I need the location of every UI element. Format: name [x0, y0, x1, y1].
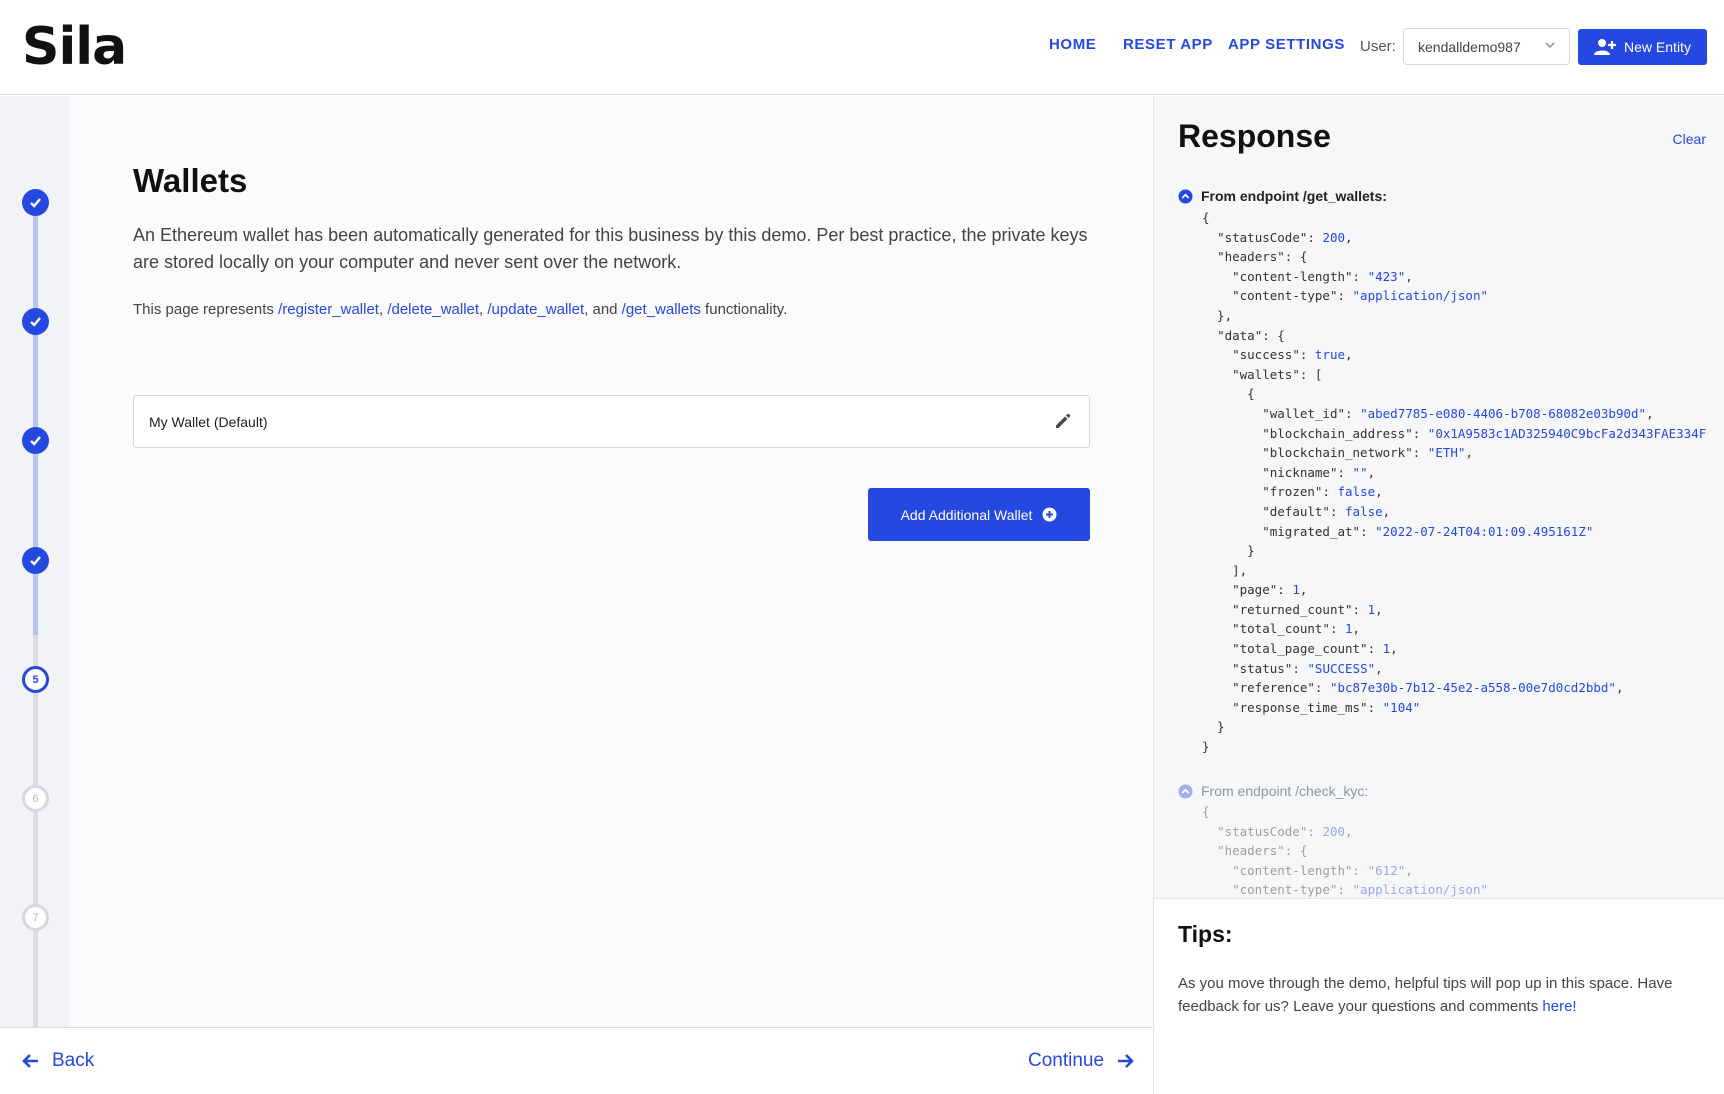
add-wallet-label: Add Additional Wallet [900, 506, 1033, 523]
chevron-up-circle-icon [1178, 189, 1193, 203]
represents-prefix: This page represents [133, 301, 279, 318]
logo-text: Sila [22, 17, 127, 77]
endpoint-get-wallets-header[interactable]: From endpoint /get_wallets: [1178, 188, 1387, 204]
user-select[interactable]: kendalldemo987 [1403, 28, 1570, 65]
link-delete-wallet[interactable]: /delete_wallet [387, 301, 479, 318]
tips-text: As you move through the demo, helpful ti… [1178, 972, 1698, 1018]
step-6[interactable]: 6 [22, 785, 49, 812]
feedback-link[interactable]: here! [1542, 998, 1576, 1015]
json-response-get-wallets: { "statusCode": 200, "headers": { "conte… [1202, 210, 1707, 755]
new-entity-button[interactable]: New Entity [1578, 29, 1707, 65]
tips-body: As you move through the demo, helpful ti… [1178, 975, 1673, 1015]
user-label: User: [1360, 38, 1396, 55]
endpoint-label: From endpoint /get_wallets: [1201, 188, 1387, 204]
arrow-right-icon [1118, 1054, 1134, 1068]
response-scroll-area[interactable]: From endpoint /get_wallets: { "statusCod… [1154, 176, 1724, 898]
wallet-row[interactable]: My Wallet (Default) [133, 395, 1090, 448]
tips-box: Tips: As you move through the demo, help… [1154, 898, 1724, 1094]
chevron-up-circle-icon [1178, 784, 1193, 798]
footer-nav: Back Continue [0, 1027, 1153, 1094]
plus-circle-icon [1042, 507, 1057, 522]
arrow-left-icon [22, 1054, 38, 1068]
add-user-icon [1594, 39, 1617, 55]
endpoint-label: From endpoint /check_kyc: [1201, 783, 1369, 799]
back-button[interactable]: Back [22, 1050, 94, 1072]
check-icon [30, 198, 41, 208]
step-1[interactable] [22, 189, 49, 216]
response-title: Response [1178, 118, 1331, 154]
endpoint-check-kyc-header[interactable]: From endpoint /check_kyc: [1178, 783, 1368, 799]
separator: , and [584, 301, 622, 318]
step-5[interactable]: 5 [22, 666, 49, 693]
pencil-icon[interactable] [1053, 411, 1073, 431]
page-title: Wallets [133, 162, 248, 199]
link-update-wallet[interactable]: /update_wallet [487, 301, 584, 318]
step-7[interactable]: 7 [22, 904, 49, 931]
nav-app-settings[interactable]: APP SETTINGS [1228, 36, 1345, 53]
tips-title: Tips: [1178, 921, 1233, 947]
stepper-line-todo [33, 635, 38, 1067]
chevron-down-icon [1545, 42, 1555, 49]
check-icon [30, 436, 41, 446]
response-panel: Response Clear From endpoint /get_wallet… [1153, 96, 1724, 1094]
main-content: Wallets An Ethereum wallet has been auto… [69, 96, 1153, 1027]
link-get-wallets[interactable]: /get_wallets [622, 301, 701, 318]
progress-stepper: 5 6 7 [0, 96, 69, 1067]
step-2[interactable] [22, 308, 49, 335]
link-register-wallet[interactable]: /register_wallet [278, 301, 379, 318]
add-wallet-button[interactable]: Add Additional Wallet [868, 488, 1090, 541]
wallet-name: My Wallet (Default) [149, 413, 268, 430]
sila-logo[interactable]: Sila [22, 17, 127, 77]
continue-label: Continue [1028, 1050, 1105, 1071]
endpoints-description: This page represents /register_wallet, /… [133, 301, 787, 318]
back-label: Back [52, 1050, 95, 1071]
json-response-check-kyc: { "statusCode": 200, "headers": { "conte… [1202, 804, 1488, 898]
represents-suffix: functionality. [700, 301, 788, 318]
step-3[interactable] [22, 427, 49, 454]
nav-reset-app[interactable]: RESET APP [1123, 36, 1213, 53]
intro-text: An Ethereum wallet has been automaticall… [133, 225, 1088, 272]
clear-button[interactable]: Clear [1673, 131, 1706, 147]
nav-home[interactable]: HOME [1049, 36, 1096, 53]
user-select-value: kendalldemo987 [1418, 38, 1521, 55]
continue-button[interactable]: Continue [1028, 1050, 1134, 1072]
app-header: Sila HOME RESET APP APP SETTINGS User: k… [0, 0, 1724, 95]
new-entity-label: New Entity [1624, 39, 1691, 55]
step-4[interactable] [22, 547, 49, 574]
check-icon [30, 556, 41, 566]
check-icon [30, 317, 41, 327]
